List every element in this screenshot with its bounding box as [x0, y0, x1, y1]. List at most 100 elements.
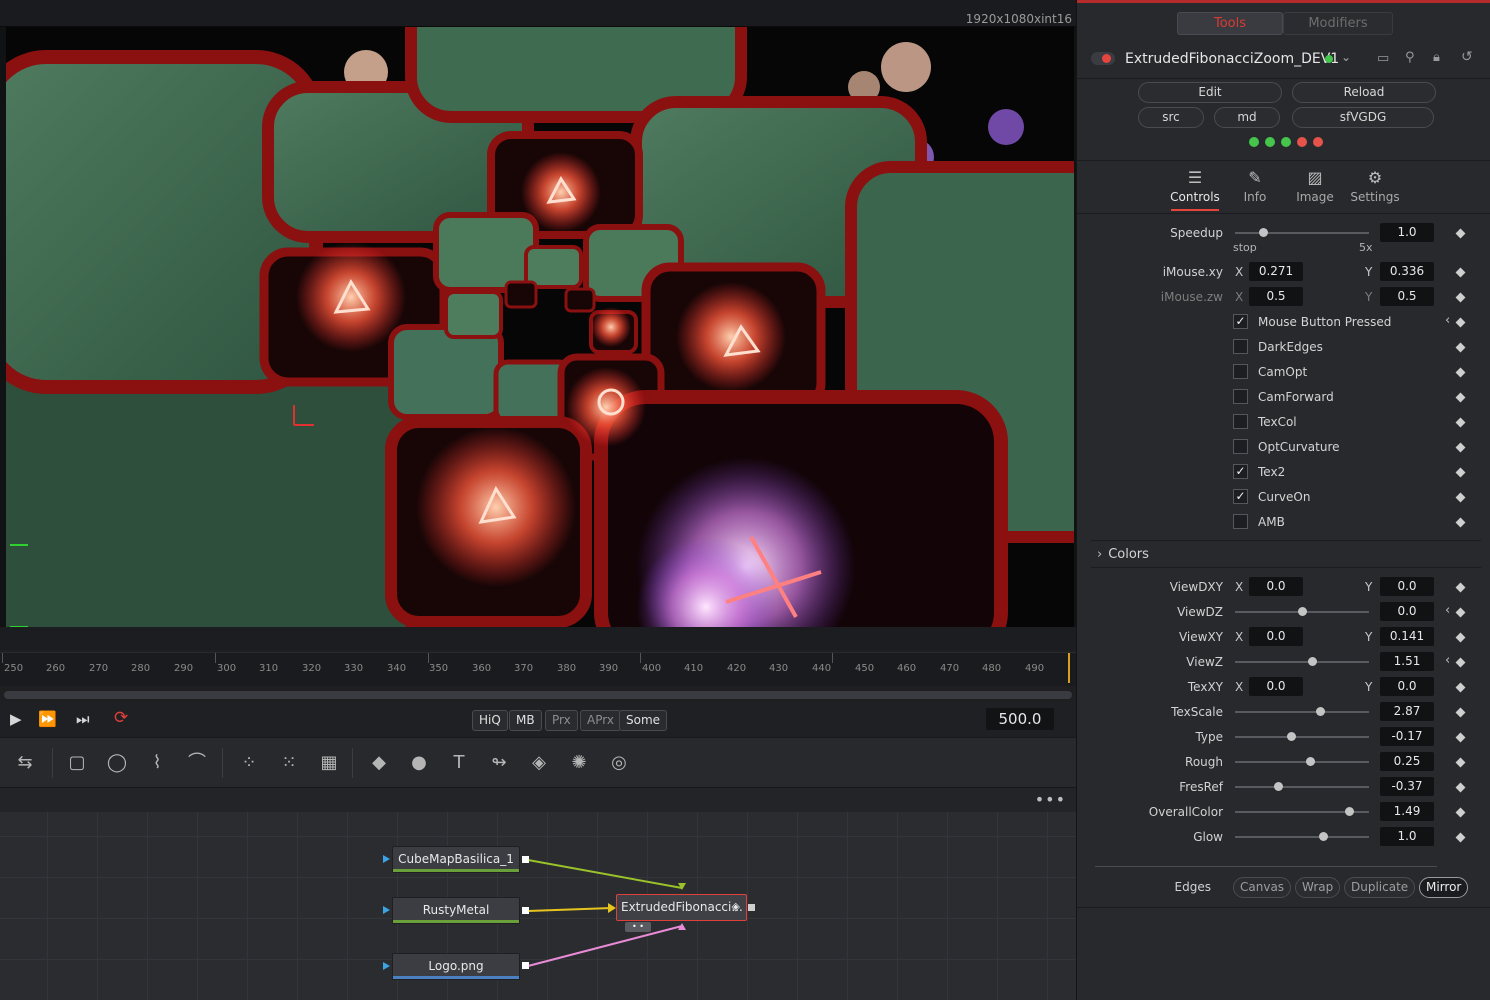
particle-style-icon[interactable]: ▦ — [316, 751, 342, 775]
viewz-value[interactable]: 1.51 — [1380, 652, 1434, 671]
node-color-dot[interactable] — [1325, 55, 1333, 63]
current-frame-field[interactable]: 500.0 — [986, 708, 1054, 730]
keyframe-icon[interactable] — [1455, 228, 1466, 239]
keyframe-icon[interactable] — [1455, 707, 1466, 718]
play-icon[interactable]: ▶ — [10, 710, 22, 728]
edges-canvas-option[interactable]: Canvas — [1233, 877, 1292, 898]
keyframe-icon[interactable] — [1455, 782, 1466, 793]
glow-value[interactable]: 1.0 — [1380, 827, 1434, 846]
slider-knob[interactable] — [1316, 707, 1325, 716]
viewdxy-y-value[interactable]: 0.0 — [1380, 577, 1434, 596]
slider-knob[interactable] — [1274, 782, 1283, 791]
shape-3d-icon[interactable]: ● — [406, 751, 432, 775]
node-output-port[interactable] — [522, 962, 529, 969]
reload-button[interactable]: Reload — [1292, 82, 1436, 103]
md-button[interactable]: md — [1214, 107, 1280, 128]
optcurvature-checkbox[interactable] — [1233, 439, 1248, 454]
playhead[interactable] — [1068, 653, 1070, 683]
particle-render-icon[interactable]: ⁙ — [276, 751, 302, 775]
chevron-left-icon[interactable]: ‹ — [1445, 603, 1450, 618]
keyframe-icon[interactable] — [1455, 442, 1466, 453]
speedup-slider[interactable] — [1235, 228, 1369, 237]
light-3d-icon[interactable]: ✺ — [566, 751, 592, 775]
particle-emitter-icon[interactable]: ⁘ — [236, 751, 262, 775]
node-cubemap[interactable]: CubeMapBasilica_1 — [392, 846, 520, 873]
node-name[interactable]: ExtrudedFibonacciZoom_DEV1 — [1125, 51, 1339, 67]
mb-toggle[interactable]: MB — [509, 710, 542, 731]
slider-knob[interactable] — [1306, 757, 1315, 766]
chevron-left-icon[interactable]: ‹ — [1445, 653, 1450, 668]
keyframe-icon[interactable] — [1455, 807, 1466, 818]
reset-icon[interactable]: ↺ — [1461, 49, 1473, 65]
viewxy-x-value[interactable]: 0.0 — [1249, 627, 1303, 646]
text-3d-icon[interactable]: T — [446, 751, 472, 775]
slider-knob[interactable] — [1259, 228, 1268, 237]
lock-icon[interactable]: 🔒︎ — [1433, 50, 1440, 65]
tab-settings[interactable]: ⚙ Settings — [1345, 168, 1405, 204]
keyframe-icon[interactable] — [1455, 317, 1466, 328]
prx-toggle[interactable]: Prx — [545, 710, 578, 731]
keyframe-icon[interactable] — [1455, 342, 1466, 353]
tex2-checkbox[interactable]: ✓ — [1233, 464, 1248, 479]
fast-forward-icon[interactable]: ⏩ — [38, 710, 57, 728]
viewer-image[interactable] — [6, 27, 1074, 627]
edit-button[interactable]: Edit — [1138, 82, 1282, 103]
viewdz-slider[interactable] — [1235, 607, 1369, 616]
tab-image[interactable]: ▨ Image — [1285, 168, 1345, 204]
skip-to-end-icon[interactable]: ⏭ — [76, 710, 90, 728]
darkedges-checkbox[interactable] — [1233, 339, 1248, 354]
imouse-y-value[interactable]: 0.336 — [1380, 262, 1434, 281]
viewxy-y-value[interactable]: 0.141 — [1380, 627, 1434, 646]
texcol-checkbox[interactable] — [1233, 414, 1248, 429]
tab-modifiers[interactable]: Modifiers — [1283, 12, 1393, 35]
imouse-z-value[interactable]: 0.5 — [1249, 287, 1303, 306]
rectangle-mask-icon[interactable]: ▢ — [64, 751, 90, 775]
edges-wrap-option[interactable]: Wrap — [1295, 877, 1341, 898]
edges-mirror-option[interactable]: Mirror — [1419, 877, 1469, 898]
transform-tool-icon[interactable]: ⇆ — [12, 751, 38, 775]
aprx-toggle[interactable]: APrx — [580, 710, 621, 731]
fresref-slider[interactable] — [1235, 782, 1369, 791]
node-output-port[interactable] — [748, 904, 755, 911]
camera-3d-icon[interactable]: ◈ — [526, 751, 552, 775]
keyframe-icon[interactable] — [1455, 267, 1466, 278]
chevron-down-icon[interactable]: ⌄ — [1341, 50, 1351, 64]
texxy-y-value[interactable]: 0.0 — [1380, 677, 1434, 696]
speedup-value[interactable]: 1.0 — [1380, 223, 1434, 242]
type-slider[interactable] — [1235, 732, 1369, 741]
some-toggle[interactable]: Some — [619, 710, 668, 731]
keyframe-icon[interactable] — [1455, 517, 1466, 528]
polygon-mask-icon[interactable]: ⌇ — [144, 751, 170, 775]
viewdz-value[interactable]: 0.0 — [1380, 602, 1434, 621]
tab-tools[interactable]: Tools — [1177, 12, 1283, 35]
keyframe-icon[interactable] — [1455, 657, 1466, 668]
keyframe-icon[interactable] — [1455, 392, 1466, 403]
overallcolor-value[interactable]: 1.49 — [1380, 802, 1434, 821]
timeline-scrollbar[interactable] — [4, 691, 1072, 699]
slider-knob[interactable] — [1298, 607, 1307, 616]
node-output-port[interactable] — [522, 856, 529, 863]
glow-slider[interactable] — [1235, 832, 1369, 841]
timeline-ruler[interactable]: 250 260 270 280 290 300 310 320 330 340 … — [0, 652, 1076, 686]
slider-knob[interactable] — [1345, 807, 1354, 816]
viewz-slider[interactable] — [1235, 657, 1369, 666]
keyframe-icon[interactable] — [1455, 832, 1466, 843]
bspline-mask-icon[interactable]: ⌒ — [184, 751, 210, 775]
fresref-value[interactable]: -0.37 — [1380, 777, 1434, 796]
node-rustymetal[interactable]: RustyMetal — [392, 897, 520, 924]
src-button[interactable]: src — [1138, 107, 1204, 128]
versions-icon[interactable]: ▭ — [1377, 51, 1389, 66]
node-thumbnail-toggle[interactable]: • • — [625, 922, 651, 932]
camforward-checkbox[interactable] — [1233, 389, 1248, 404]
node-extruded-fibonacci[interactable]: ExtrudedFibonacci... ◈ — [616, 894, 747, 921]
loop-icon[interactable]: ⟳ — [114, 708, 128, 728]
overallcolor-slider[interactable] — [1235, 807, 1369, 816]
node-output-port[interactable] — [522, 907, 529, 914]
keyframe-icon[interactable] — [1455, 292, 1466, 303]
rough-value[interactable]: 0.25 — [1380, 752, 1434, 771]
more-options-icon[interactable]: ••• — [1035, 790, 1066, 809]
imouse-x-value[interactable]: 0.271 — [1249, 262, 1303, 281]
node-logo[interactable]: Logo.png — [392, 953, 520, 980]
rough-slider[interactable] — [1235, 757, 1369, 766]
amb-checkbox[interactable] — [1233, 514, 1248, 529]
